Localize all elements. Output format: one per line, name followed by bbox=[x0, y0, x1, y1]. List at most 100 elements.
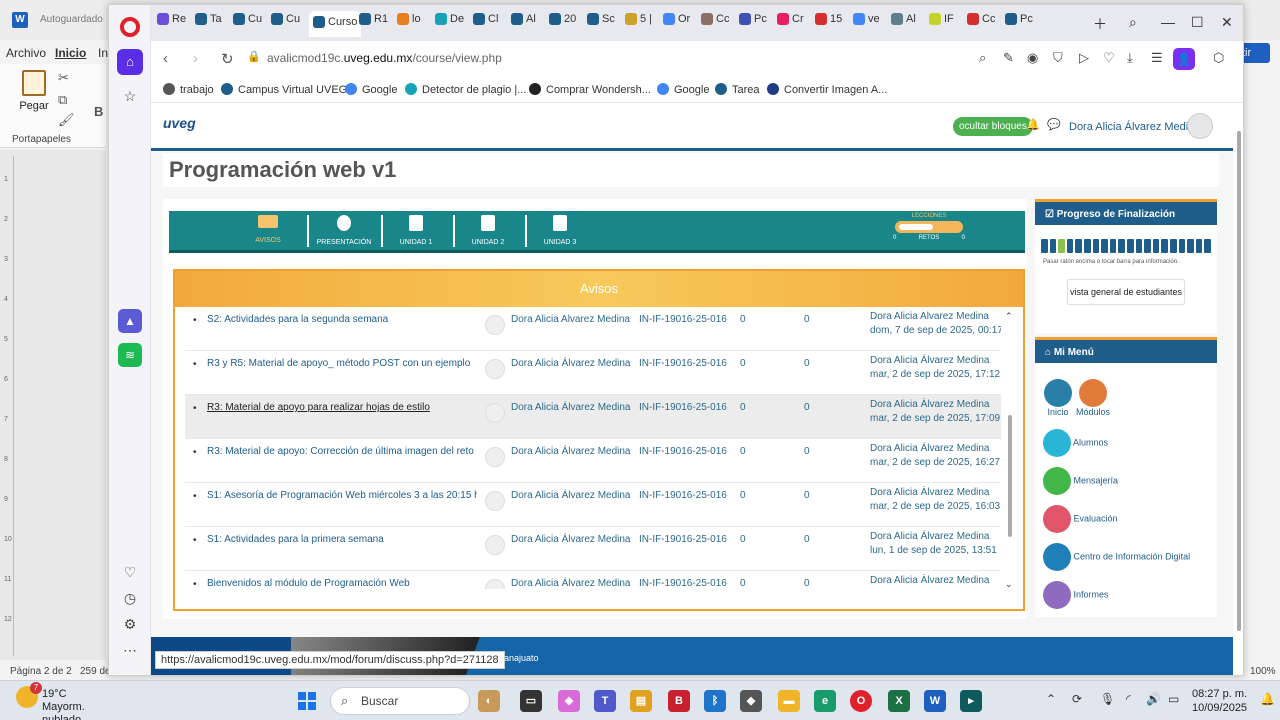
folder-icon[interactable]: ▬ bbox=[778, 690, 800, 712]
tab-inicio[interactable]: Inicio bbox=[55, 46, 86, 60]
table-row[interactable]: • R3 y R5: Material de apoyo_ método POST… bbox=[185, 351, 1001, 395]
bell-icon[interactable]: 🔔 bbox=[1026, 118, 1040, 131]
discussion-author[interactable]: Dora Alicia Alvarez Medina bbox=[511, 314, 630, 325]
minimize-icon[interactable]: — bbox=[1161, 14, 1175, 30]
browser-tab[interactable]: IF bbox=[929, 13, 954, 35]
menu-modulos[interactable]: Módulos bbox=[1073, 379, 1113, 417]
volume-icon[interactable]: 🔊 bbox=[1146, 692, 1161, 706]
word-icon-taskbar[interactable]: W bbox=[924, 690, 946, 712]
bookmark-item[interactable]: Campus Virtual UVEG bbox=[221, 83, 347, 96]
browser-tab[interactable]: Cu bbox=[271, 13, 300, 35]
discussion-subject[interactable]: R3 y R5: Material de apoyo_ método POST … bbox=[207, 358, 477, 369]
taskbar-search[interactable]: ⌕ Buscar bbox=[330, 687, 470, 715]
progress-segment[interactable] bbox=[1049, 239, 1057, 253]
table-row[interactable]: • R3: Material de apoyo para realizar hoj… bbox=[185, 395, 1001, 439]
progress-segment[interactable] bbox=[1092, 239, 1100, 253]
bookmark-item[interactable]: Detector de plagio |... bbox=[405, 83, 526, 96]
weather-widget[interactable]: 7 19°C Mayorm. nublado bbox=[16, 682, 85, 720]
sync-icon[interactable]: ⟳ bbox=[1072, 692, 1082, 706]
progress-segment[interactable] bbox=[1101, 239, 1108, 253]
lock-icon[interactable]: 🔒 bbox=[247, 50, 261, 63]
discussion-author[interactable]: Dora Alicia Álvarez Medina bbox=[511, 578, 631, 589]
menu-icon[interactable]: ☰ bbox=[1151, 50, 1163, 66]
terminal-icon[interactable]: ▸ bbox=[960, 690, 982, 712]
browser-tab[interactable]: Cc bbox=[701, 13, 729, 35]
table-row[interactable]: • R3: Material de apoyo: Corrección de úl… bbox=[185, 439, 1001, 483]
menu-mensajeria[interactable]: Mensajería bbox=[1043, 467, 1118, 495]
system-clock[interactable]: 08:27 p. m. 10/09/2025 bbox=[1192, 687, 1247, 715]
bold-button[interactable]: B bbox=[94, 104, 103, 119]
avatar[interactable] bbox=[1187, 113, 1213, 139]
chat-icon[interactable]: 💬 bbox=[1047, 118, 1061, 131]
add-tab-icon[interactable]: ＋ bbox=[1093, 14, 1107, 34]
menu-alumnos[interactable]: Alumnos bbox=[1043, 429, 1108, 457]
progress-segment[interactable] bbox=[1135, 239, 1143, 253]
list-scrollbar[interactable]: ⌃ ⌄ bbox=[1005, 311, 1015, 593]
settings-icon[interactable]: ⚙ bbox=[121, 615, 139, 633]
star-icon[interactable]: ☆ bbox=[121, 87, 139, 105]
browser-tab[interactable]: Ta bbox=[195, 13, 222, 35]
mic-icon[interactable]: 🎙 bbox=[1100, 692, 1115, 706]
table-row[interactable]: • S1: Asesoría de Programación Web miérco… bbox=[185, 483, 1001, 527]
table-row[interactable]: • Bienvenidos al módulo de Programación W… bbox=[185, 571, 1001, 589]
opera-logo-icon[interactable] bbox=[120, 17, 140, 37]
last-post[interactable]: Dora Alicia Álvarez Medina mar, 2 de sep … bbox=[870, 354, 1000, 382]
aria-app-icon[interactable]: ▲ bbox=[118, 309, 142, 333]
browser-tab[interactable]: 5 | bbox=[625, 13, 652, 35]
browser-tab[interactable]: Curso bbox=[309, 11, 362, 37]
maximize-icon[interactable]: ☐ bbox=[1191, 14, 1204, 31]
browser-tab[interactable]: Cc bbox=[967, 13, 995, 35]
back-icon[interactable]: ‹ bbox=[163, 50, 168, 67]
forward-icon[interactable]: › bbox=[193, 50, 198, 67]
browser-tab[interactable]: Re bbox=[157, 13, 186, 35]
user-name[interactable]: Dora Alicia Álvarez Medina bbox=[1069, 121, 1200, 133]
bookmark-item[interactable]: Comprar Wondersh... bbox=[529, 83, 651, 96]
browser-tab[interactable]: Sc bbox=[587, 13, 615, 35]
battery-icon[interactable]: ▭ bbox=[1168, 692, 1179, 706]
nav-unidad-1[interactable]: UNIDAD 1 bbox=[381, 215, 451, 246]
extensions-icon[interactable]: ⬡ bbox=[1213, 50, 1224, 66]
uveg-logo[interactable]: uveg bbox=[163, 115, 196, 131]
camera-icon[interactable]: ◉ bbox=[1027, 50, 1038, 66]
address-bar[interactable]: avalicmod19c.uveg.edu.mx/course/view.php bbox=[267, 51, 502, 65]
page-scrollbar[interactable] bbox=[1233, 103, 1243, 675]
browser-tab[interactable]: Cr bbox=[777, 13, 804, 35]
scroll-up-icon[interactable]: ⌃ bbox=[1005, 311, 1013, 322]
bookmark-item[interactable]: Convertir Imagen A... bbox=[767, 83, 887, 96]
taskview-icon[interactable]: ▭ bbox=[520, 690, 542, 712]
last-post[interactable]: Dora Alicia Álvarez Medina mar, 2 de sep … bbox=[870, 442, 1000, 470]
copy-icon[interactable]: ⧉ bbox=[58, 92, 67, 108]
store-icon[interactable]: ◆ bbox=[740, 690, 762, 712]
progress-segment[interactable] bbox=[1144, 239, 1151, 253]
discussion-author[interactable]: Dora Alicia Álvarez Medina bbox=[511, 490, 631, 501]
browser-tab[interactable]: ve bbox=[853, 13, 880, 35]
menu-evaluacion[interactable]: Evaluación bbox=[1043, 505, 1118, 533]
tab-archivo[interactable]: Archivo bbox=[6, 46, 46, 60]
hide-blocks-button[interactable]: ocultar bloques bbox=[953, 117, 1033, 136]
last-post[interactable]: Dora Alicia Álvarez Medina lun, 1 de sep … bbox=[870, 574, 997, 589]
last-post[interactable]: Dora Alicia Álvarez Medina mar, 2 de sep … bbox=[870, 486, 1000, 514]
tab-insertar[interactable]: In bbox=[98, 46, 108, 60]
table-row[interactable]: • S2: Actividades para la segunda semana D… bbox=[185, 307, 1001, 351]
table-row[interactable]: • S1: Actividades para la primera semana D… bbox=[185, 527, 1001, 571]
browser-tab[interactable]: Cu bbox=[233, 13, 262, 35]
teams-icon[interactable]: T bbox=[594, 690, 616, 712]
discussion-subject[interactable]: S2: Actividades para la segunda semana bbox=[207, 314, 477, 325]
discussion-subject[interactable]: Bienvenidos al módulo de Programación We… bbox=[207, 578, 477, 589]
copilot-icon[interactable]: ◈ bbox=[558, 690, 580, 712]
bookmark-item[interactable]: Google bbox=[657, 83, 709, 96]
cut-icon[interactable]: ✂ bbox=[58, 70, 69, 86]
b-app-icon[interactable]: B bbox=[668, 690, 690, 712]
browser-tab[interactable]: 20 bbox=[549, 13, 576, 35]
spotify-icon[interactable]: ≋ bbox=[118, 343, 142, 367]
reload-icon[interactable]: ↻ bbox=[221, 50, 234, 68]
heart-icon-toolbar[interactable]: ♡ bbox=[1103, 50, 1115, 66]
browser-tab[interactable]: R1 bbox=[359, 13, 388, 35]
paste-button[interactable]: Pegar bbox=[16, 70, 52, 130]
start-icon[interactable] bbox=[298, 692, 316, 710]
browser-tab[interactable]: lo bbox=[397, 13, 421, 35]
progress-segment[interactable] bbox=[1195, 239, 1203, 253]
bluetooth-icon[interactable]: ᛒ bbox=[704, 690, 726, 712]
progress-segment[interactable] bbox=[1109, 239, 1117, 253]
discussion-subject[interactable]: S1: Actividades para la primera semana bbox=[207, 534, 477, 545]
